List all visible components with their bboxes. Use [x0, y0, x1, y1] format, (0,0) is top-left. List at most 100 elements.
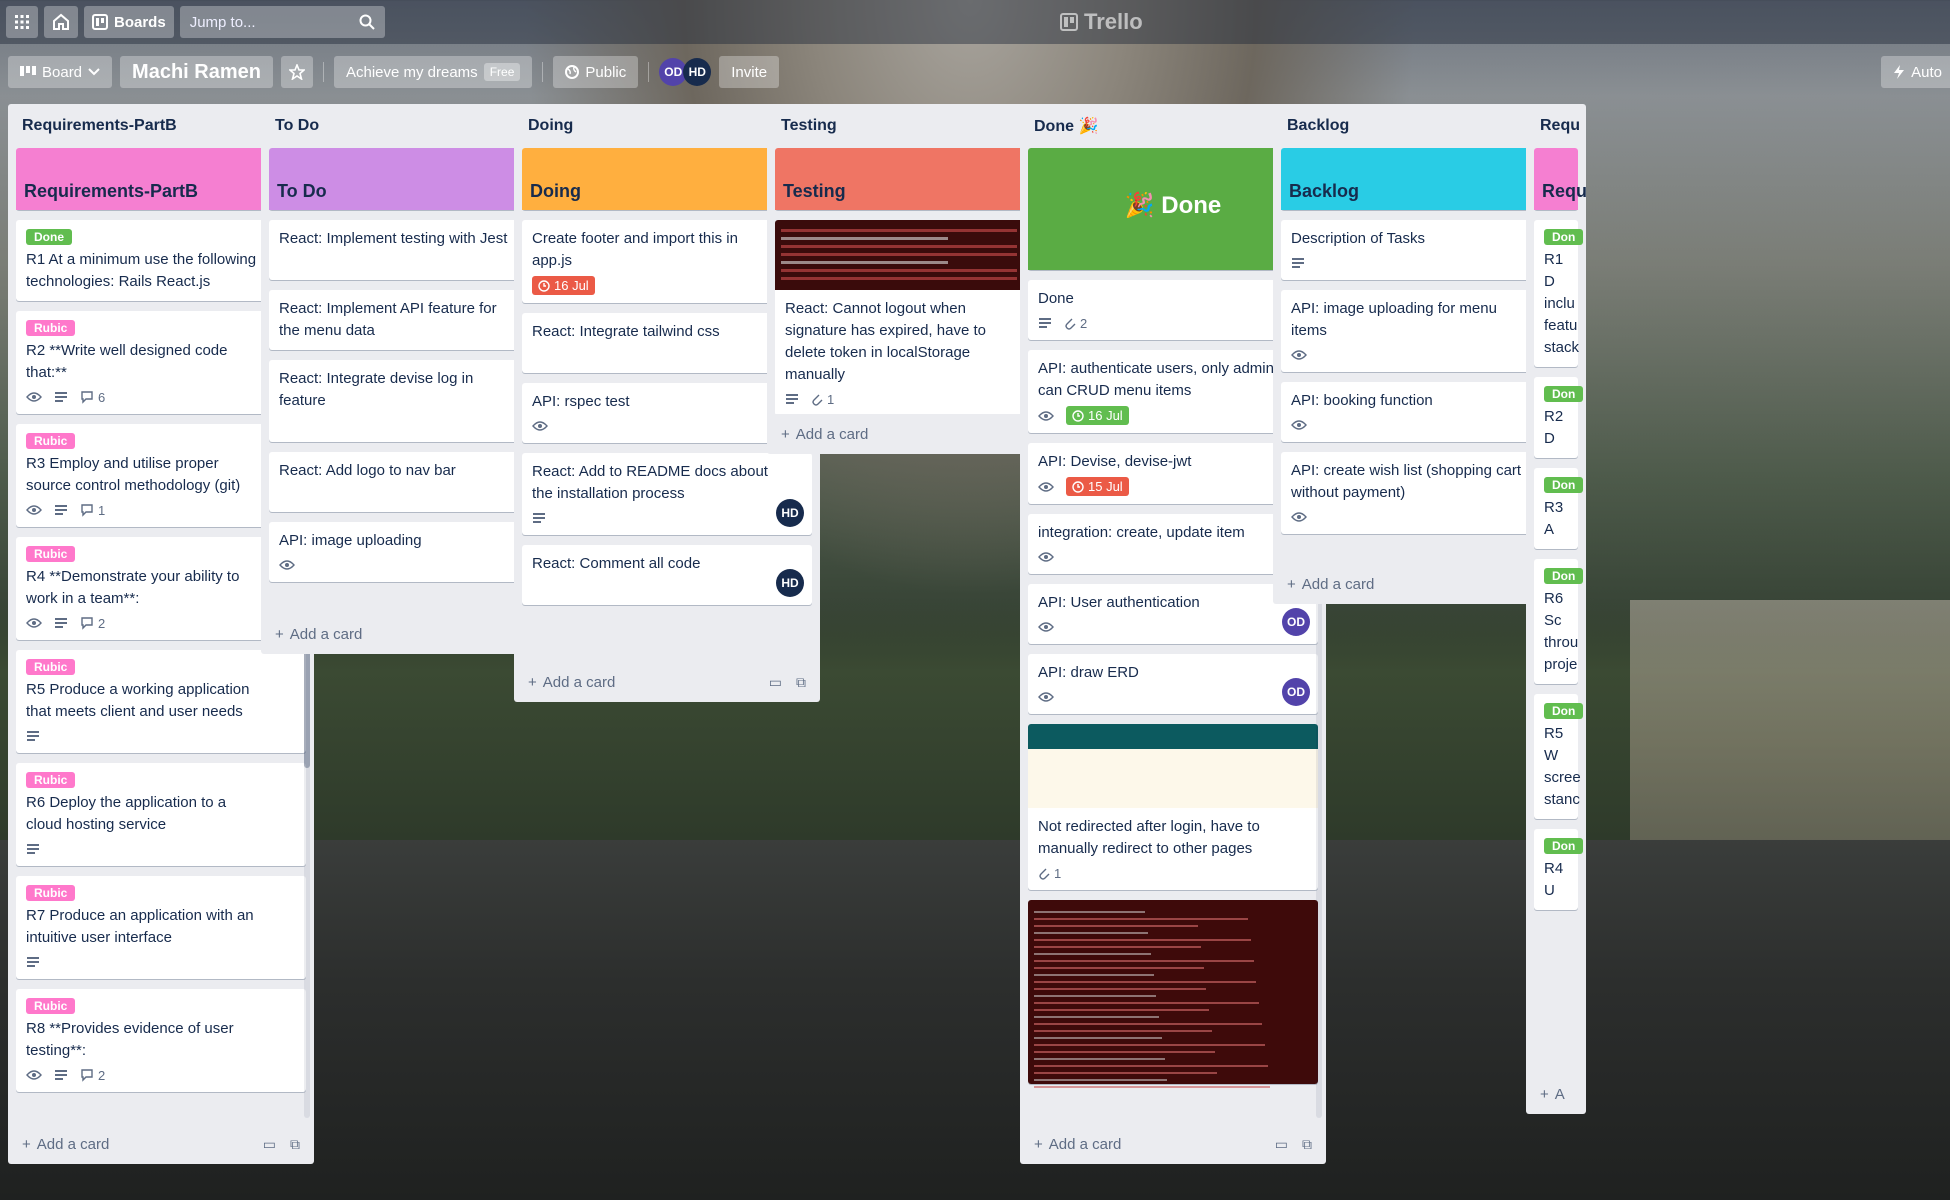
cover-title: Doing	[530, 181, 581, 201]
create-from-template-icon[interactable]: ⧉	[1302, 1136, 1312, 1153]
eye-icon	[1038, 410, 1054, 422]
trello-logo[interactable]: Trello	[1060, 9, 1143, 35]
card-member-avatar[interactable]: HD	[776, 499, 804, 527]
card[interactable]: API: draw ERD OD	[1028, 654, 1318, 714]
card[interactable]: React: Comment all code HD	[522, 545, 812, 605]
plus-icon: +	[22, 1135, 31, 1153]
add-card-button[interactable]: + Add a card	[1034, 1136, 1121, 1153]
card-label: Don	[1544, 386, 1584, 402]
comment-icon	[80, 503, 94, 517]
card[interactable]: Don R3 A	[1534, 468, 1584, 549]
card-member-avatar[interactable]: HD	[776, 569, 804, 597]
card-template-icon[interactable]: ▭	[769, 674, 782, 691]
card-title: React: Implement testing with Jest	[279, 230, 508, 247]
card-badges: 2	[26, 614, 296, 632]
member-avatar-hd[interactable]: HD	[683, 58, 712, 86]
add-card-button[interactable]: + Add a card	[22, 1136, 109, 1153]
card[interactable]: Rubic R7 Produce an application with an i…	[16, 876, 306, 979]
card-spacer	[532, 575, 802, 597]
add-card-button[interactable]: + Add a card	[528, 674, 615, 691]
boards-label: Boards	[114, 13, 166, 31]
trello-logo-text: Trello	[1084, 9, 1143, 34]
add-card-button[interactable]: + Add a card	[275, 626, 362, 643]
add-card-footer: + Add a card ▭ ⧉	[1020, 1124, 1326, 1164]
lightning-icon	[1894, 65, 1905, 79]
create-from-template-icon[interactable]: ⧉	[290, 1136, 300, 1153]
search-input[interactable]: Jump to...	[179, 6, 385, 38]
divider	[322, 62, 324, 82]
card-title: Description of Tasks	[1291, 230, 1425, 247]
add-card-label: Add a card	[36, 1135, 110, 1153]
card-label: Don	[1544, 838, 1584, 854]
due-date-badge[interactable]: 16 Jul	[532, 276, 595, 295]
divider	[648, 62, 650, 82]
eye-icon	[1038, 551, 1054, 563]
card[interactable]: Rubic R8 **Provides evidence of user test…	[16, 989, 306, 1092]
description-icon	[532, 512, 546, 524]
card[interactable]: Don R4 U	[1534, 829, 1584, 910]
card[interactable]: React: Add to README docs about the inst…	[522, 453, 812, 535]
card-title: API: draw ERD	[1038, 664, 1139, 681]
create-from-template-icon[interactable]: ⧉	[796, 674, 806, 691]
visibility-button[interactable]: Public	[553, 56, 639, 88]
card-label: Done	[26, 229, 72, 245]
star-button[interactable]	[280, 56, 313, 88]
card-badges	[1291, 254, 1561, 272]
card-template-icon[interactable]: ▭	[1275, 1136, 1288, 1153]
boards-button[interactable]: Boards	[84, 6, 174, 38]
card[interactable]: Rubic R6 Deploy the application to a clou…	[16, 763, 306, 866]
plus-icon: +	[1034, 1135, 1043, 1153]
list-title: Requirements-PartB	[22, 117, 177, 134]
invite-button[interactable]: Invite	[719, 56, 780, 88]
card-badges	[26, 840, 296, 858]
card-member-avatar[interactable]: OD	[1282, 678, 1310, 706]
card-badges	[26, 953, 296, 971]
add-card-button[interactable]: + Add a card	[781, 426, 868, 443]
card-spacer	[279, 482, 549, 504]
workspace-plan-badge: Free	[483, 63, 521, 81]
list-header[interactable]: Requ	[1526, 104, 1586, 148]
card[interactable]	[1028, 900, 1318, 1088]
card[interactable]: Don R2 D	[1534, 377, 1584, 458]
app-switcher-button[interactable]	[6, 6, 38, 38]
board-view-switcher[interactable]: Board	[8, 56, 113, 88]
attachment-count: 2	[1080, 315, 1088, 331]
eye-icon	[1291, 419, 1307, 431]
workspace-button[interactable]: Achieve my dreams Free	[333, 56, 533, 88]
card[interactable]: Not redirected after login, have to manu…	[1028, 724, 1318, 890]
comments-badge: 1	[80, 503, 105, 518]
card-badges: 6	[26, 388, 296, 406]
attachment-count: 1	[1054, 865, 1062, 881]
due-date-badge[interactable]: 15 Jul	[1066, 477, 1129, 496]
home-button[interactable]	[44, 6, 78, 38]
card[interactable]: Don R5 W scree stanc	[1534, 694, 1584, 819]
comment-count: 6	[98, 389, 106, 405]
clock-icon	[1072, 480, 1084, 493]
cover-title: Backlog	[1289, 181, 1360, 201]
eye-icon	[279, 559, 295, 571]
card-title: Done	[1038, 290, 1074, 307]
card-label: Rubic	[26, 659, 76, 675]
card-title: R2 D	[1544, 408, 1564, 447]
card[interactable]: Don R1 D inclu featu stack	[1534, 220, 1584, 367]
card-member-avatar[interactable]: OD	[1282, 608, 1310, 636]
divider	[542, 62, 544, 82]
add-card-button[interactable]: + Add a card	[1287, 576, 1374, 593]
card[interactable]: Don R6 Sc throu proje	[1534, 559, 1584, 684]
cover-card[interactable]: Requ	[1534, 148, 1586, 210]
card-badges: 16 Jul	[1038, 406, 1308, 425]
globe-icon	[565, 65, 580, 79]
card-badges	[1291, 346, 1561, 364]
card-title: API: Devise, devise-jwt	[1038, 453, 1192, 470]
comment-count: 2	[98, 1067, 106, 1083]
automation-button[interactable]: Auto	[1881, 56, 1950, 88]
card-label: Don	[1544, 229, 1584, 245]
board-name[interactable]: Machi Ramen	[120, 56, 273, 88]
card-template-icon[interactable]: ▭	[263, 1136, 276, 1153]
due-date-badge[interactable]: 16 Jul	[1066, 406, 1129, 425]
comment-icon	[80, 616, 94, 630]
card-title: API: booking function	[1291, 392, 1433, 409]
card-title: API: create wish list (shopping cart wit…	[1291, 462, 1522, 501]
add-card-button[interactable]: + A	[1540, 1086, 1565, 1103]
card[interactable]: Rubic R5 Produce a working application th…	[16, 650, 306, 753]
